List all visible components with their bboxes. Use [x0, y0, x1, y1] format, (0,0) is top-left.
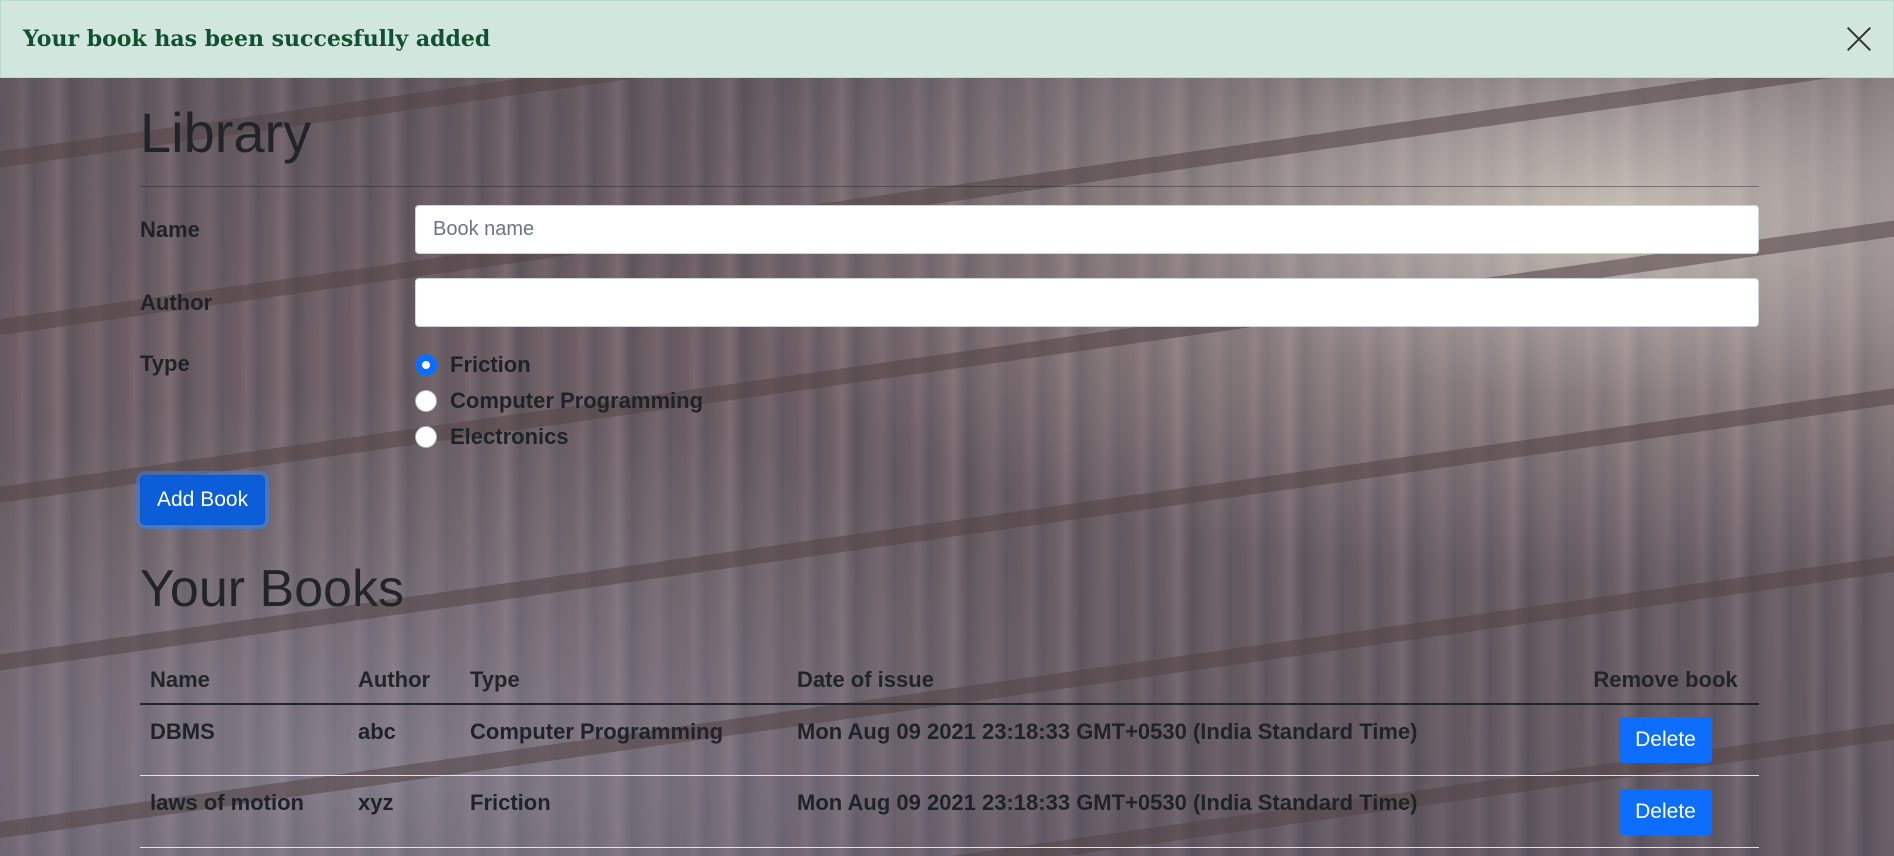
radio-label-friction: Friction: [450, 351, 531, 377]
radio-label-computer-programming: Computer Programming: [450, 387, 704, 413]
column-header-type: Type: [460, 657, 787, 705]
radio-label-electronics: Electronics: [450, 423, 569, 449]
table-header-row: Name Author Type Date of issue Remove bo…: [140, 657, 1759, 705]
author-input[interactable]: [415, 278, 1759, 328]
column-header-author: Author: [348, 657, 460, 705]
book-type-cell: Computer Programming: [460, 703, 787, 777]
table-row: laws of motion xyz Friction Mon Aug 09 2…: [140, 775, 1759, 849]
book-date-cell: Mon Aug 09 2021 23:18:33 GMT+0530 (India…: [787, 703, 1572, 777]
radio-option-electronics[interactable]: Electronics: [415, 419, 703, 455]
name-label: Name: [140, 216, 200, 242]
type-label: Type: [140, 350, 190, 376]
radio-button-computer-programming[interactable]: [415, 389, 437, 412]
radio-button-friction[interactable]: [415, 353, 437, 376]
book-name-input[interactable]: [415, 205, 1759, 255]
books-section-title: Your Books: [140, 559, 405, 618]
delete-button[interactable]: Delete: [1619, 788, 1712, 835]
books-table: Name Author Type Date of issue Remove bo…: [140, 657, 1759, 849]
book-author-cell: xyz: [348, 775, 460, 849]
book-date-cell: Mon Aug 09 2021 23:18:33 GMT+0530 (India…: [787, 775, 1572, 849]
book-name-cell: DBMS: [140, 703, 348, 777]
type-row: Type Friction Computer Programming Elect…: [140, 347, 1759, 455]
radio-option-computer-programming[interactable]: Computer Programming: [415, 383, 703, 419]
delete-button[interactable]: Delete: [1619, 717, 1712, 764]
type-radio-group: Friction Computer Programming Electronic…: [415, 347, 703, 455]
column-header-name: Name: [140, 657, 348, 705]
book-type-cell: Friction: [460, 775, 787, 849]
add-book-button[interactable]: Add Book: [140, 474, 266, 525]
remove-cell: Delete: [1572, 775, 1759, 849]
column-header-date: Date of issue: [787, 657, 1572, 705]
page-title: Library: [140, 102, 1759, 187]
radio-button-electronics[interactable]: [415, 425, 437, 448]
main-container: Library Name Author Type Friction Comput…: [140, 78, 1759, 849]
close-icon[interactable]: [1843, 23, 1875, 55]
book-author-cell: abc: [348, 703, 460, 777]
table-row: DBMS abc Computer Programming Mon Aug 09…: [140, 703, 1759, 777]
radio-option-friction[interactable]: Friction: [415, 347, 703, 383]
author-label: Author: [140, 289, 213, 315]
remove-cell: Delete: [1572, 703, 1759, 777]
column-header-remove: Remove book: [1572, 657, 1759, 705]
alert-message: Your book has been succesfully added: [23, 26, 491, 52]
success-alert: Your book has been succesfully added: [0, 0, 1894, 78]
name-row: Name: [140, 193, 1759, 267]
author-row: Author: [140, 267, 1759, 339]
book-name-cell: laws of motion: [140, 775, 348, 849]
